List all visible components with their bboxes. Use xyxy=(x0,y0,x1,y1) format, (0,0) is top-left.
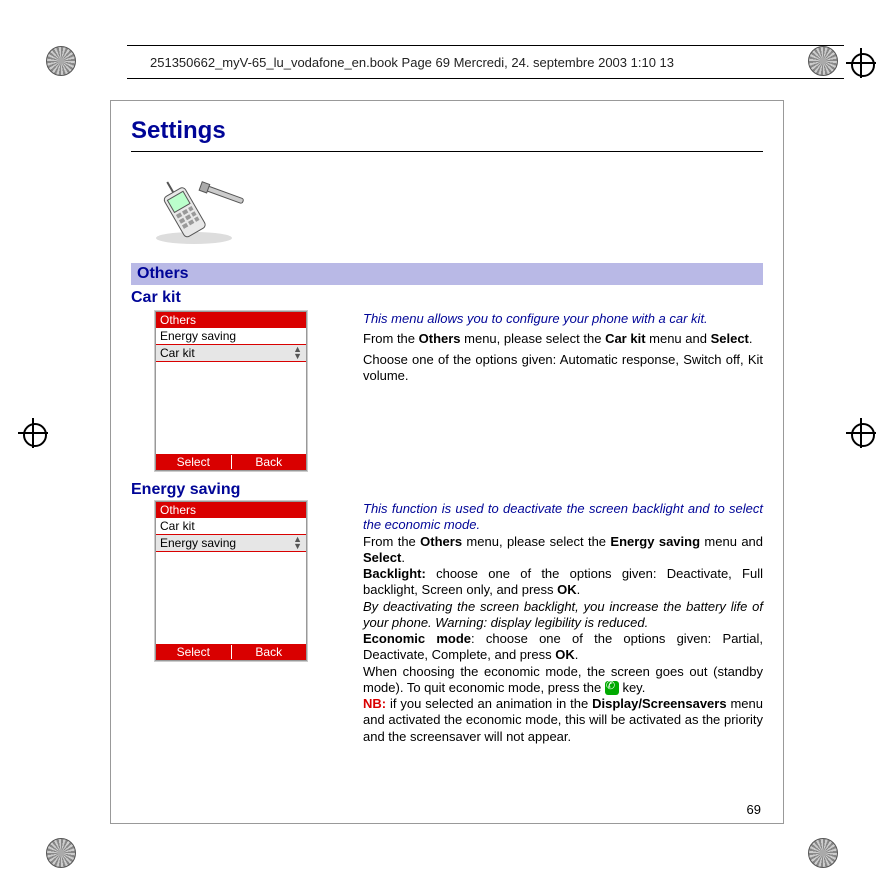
printer-mark-icon xyxy=(46,838,76,868)
phone-screen-carkit: Others Energy saving Car kit▲▼ Select Ba… xyxy=(155,311,307,471)
subsection-title-carkit: Car kit xyxy=(131,289,763,307)
crop-mark-icon xyxy=(18,418,48,448)
menu-item-selected: Energy saving▲▼ xyxy=(156,535,306,552)
phone-screen-title: Others xyxy=(156,312,306,328)
softkey-back: Back xyxy=(232,455,307,469)
softkey-select: Select xyxy=(156,455,231,469)
phone-tools-illustration xyxy=(139,170,259,250)
call-key-icon xyxy=(605,681,619,695)
page-number: 69 xyxy=(747,802,761,817)
softkey-back: Back xyxy=(232,645,307,659)
softkey-select: Select xyxy=(156,645,231,659)
printer-mark-icon xyxy=(808,838,838,868)
softkey-bar: Select Back xyxy=(156,644,306,660)
page-title: Settings xyxy=(131,117,763,145)
phone-screen-title: Others xyxy=(156,502,306,518)
header-rule xyxy=(127,45,844,46)
crop-mark-icon xyxy=(846,48,876,78)
page-content: Settings Others Car kit Others Energy sa… xyxy=(110,100,784,824)
menu-item: Energy saving xyxy=(156,328,306,345)
subsection-title-energy: Energy saving xyxy=(131,481,763,499)
softkey-bar: Select Back xyxy=(156,454,306,470)
printer-mark-icon xyxy=(808,46,838,76)
energy-description: This function is used to deactivate the … xyxy=(355,501,763,745)
section-header: Others xyxy=(131,263,763,285)
header-rule xyxy=(127,78,844,79)
phone-screen-energy: Others Car kit Energy saving▲▼ Select Ba… xyxy=(155,501,307,661)
carkit-description: This menu allows you to configure your p… xyxy=(355,311,763,384)
menu-item-selected: Car kit▲▼ xyxy=(156,345,306,362)
menu-item: Car kit xyxy=(156,518,306,535)
scroll-arrows-icon: ▲▼ xyxy=(293,536,302,550)
title-underline xyxy=(131,151,763,152)
scroll-arrows-icon: ▲▼ xyxy=(293,346,302,360)
crop-mark-icon xyxy=(846,418,876,448)
printer-mark-icon xyxy=(46,46,76,76)
print-header-text: 251350662_myV-65_lu_vodafone_en.book Pag… xyxy=(150,55,674,70)
